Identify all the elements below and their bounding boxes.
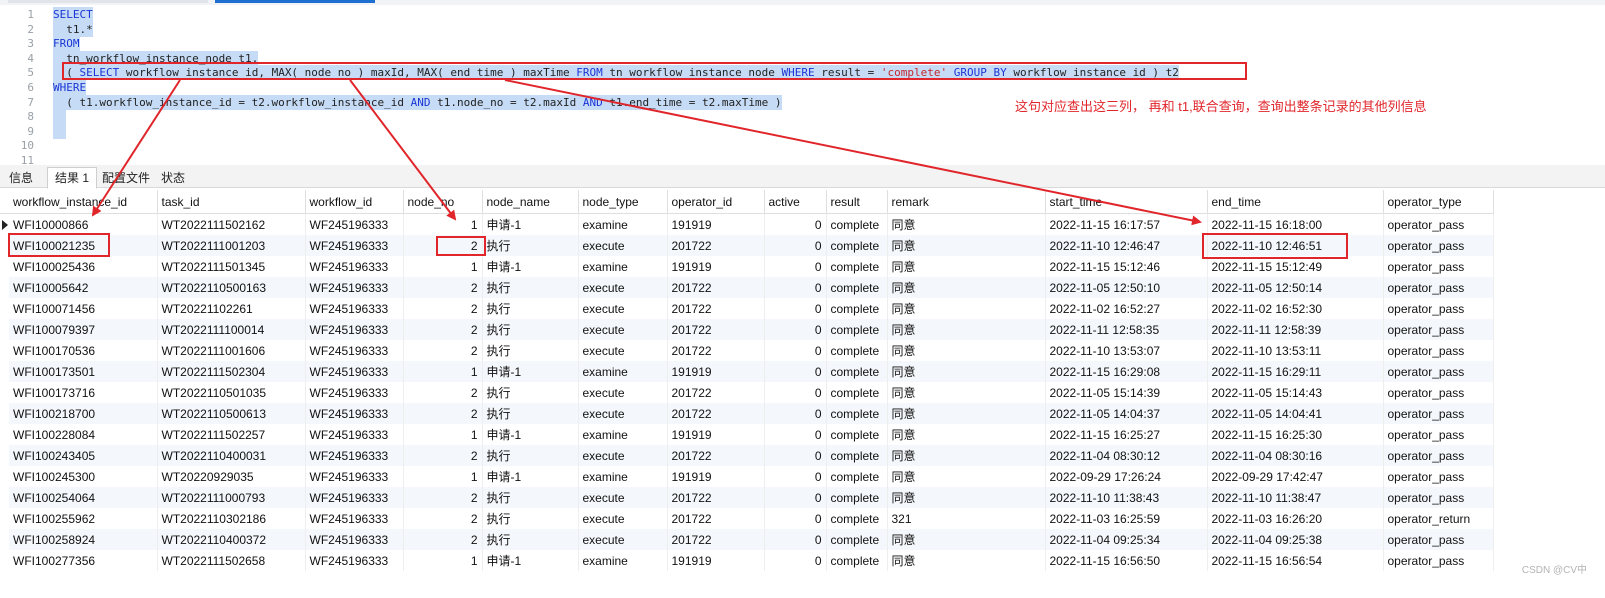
arrow-to-end-time xyxy=(504,79,1202,226)
watermark: CSDN @CV中 xyxy=(1521,565,1587,576)
arrow-to-node-no xyxy=(349,79,457,221)
annotation-arrows xyxy=(91,79,1202,226)
arrow-to-instance-id xyxy=(91,79,181,217)
